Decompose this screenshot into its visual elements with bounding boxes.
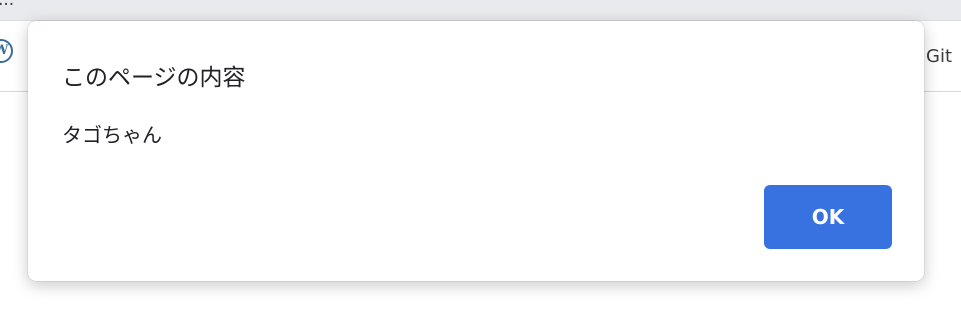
wordpress-icon-letter: W xyxy=(0,43,9,58)
alert-dialog: このページの内容 タゴちゃん OK xyxy=(28,21,924,281)
tab-strip: ... xyxy=(0,0,961,21)
bookmark-github[interactable]: Git xyxy=(926,46,952,67)
browser-window: ... W Git このページの内容 タゴちゃん OK xyxy=(0,0,961,332)
dialog-message: タゴちゃん xyxy=(62,123,162,147)
tab-title-fragment: ... xyxy=(0,0,15,10)
dialog-title: このページの内容 xyxy=(62,65,246,91)
ok-button[interactable]: OK xyxy=(764,185,892,249)
